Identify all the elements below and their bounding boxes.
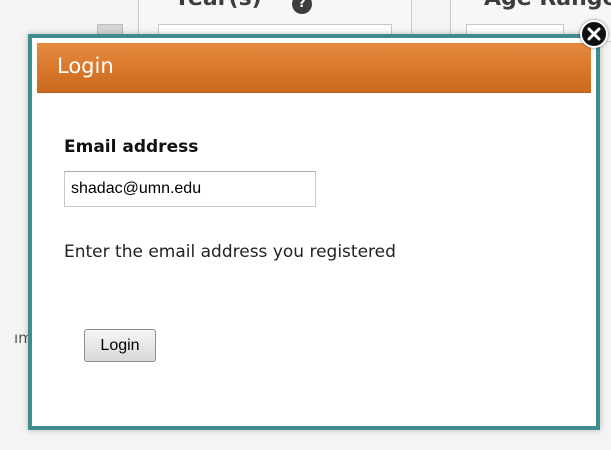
modal-body: Email address Enter the email address yo… — [37, 93, 591, 421]
modal-header: Login — [37, 43, 591, 93]
email-input[interactable] — [64, 171, 316, 207]
login-modal: Login Email address Enter the email addr… — [28, 34, 600, 430]
screen: Year(s) ? Age Range ım Login Email addre… — [0, 0, 611, 450]
email-label: Email address — [64, 137, 199, 157]
login-button[interactable]: Login — [84, 329, 156, 362]
help-text: Enter the email address you registered — [64, 242, 396, 262]
age-range-heading: Age Range — [484, 0, 611, 11]
year-heading: Year(s) — [174, 0, 262, 11]
modal-title: Login — [57, 54, 114, 78]
close-button[interactable] — [580, 20, 608, 48]
close-icon — [587, 27, 601, 41]
